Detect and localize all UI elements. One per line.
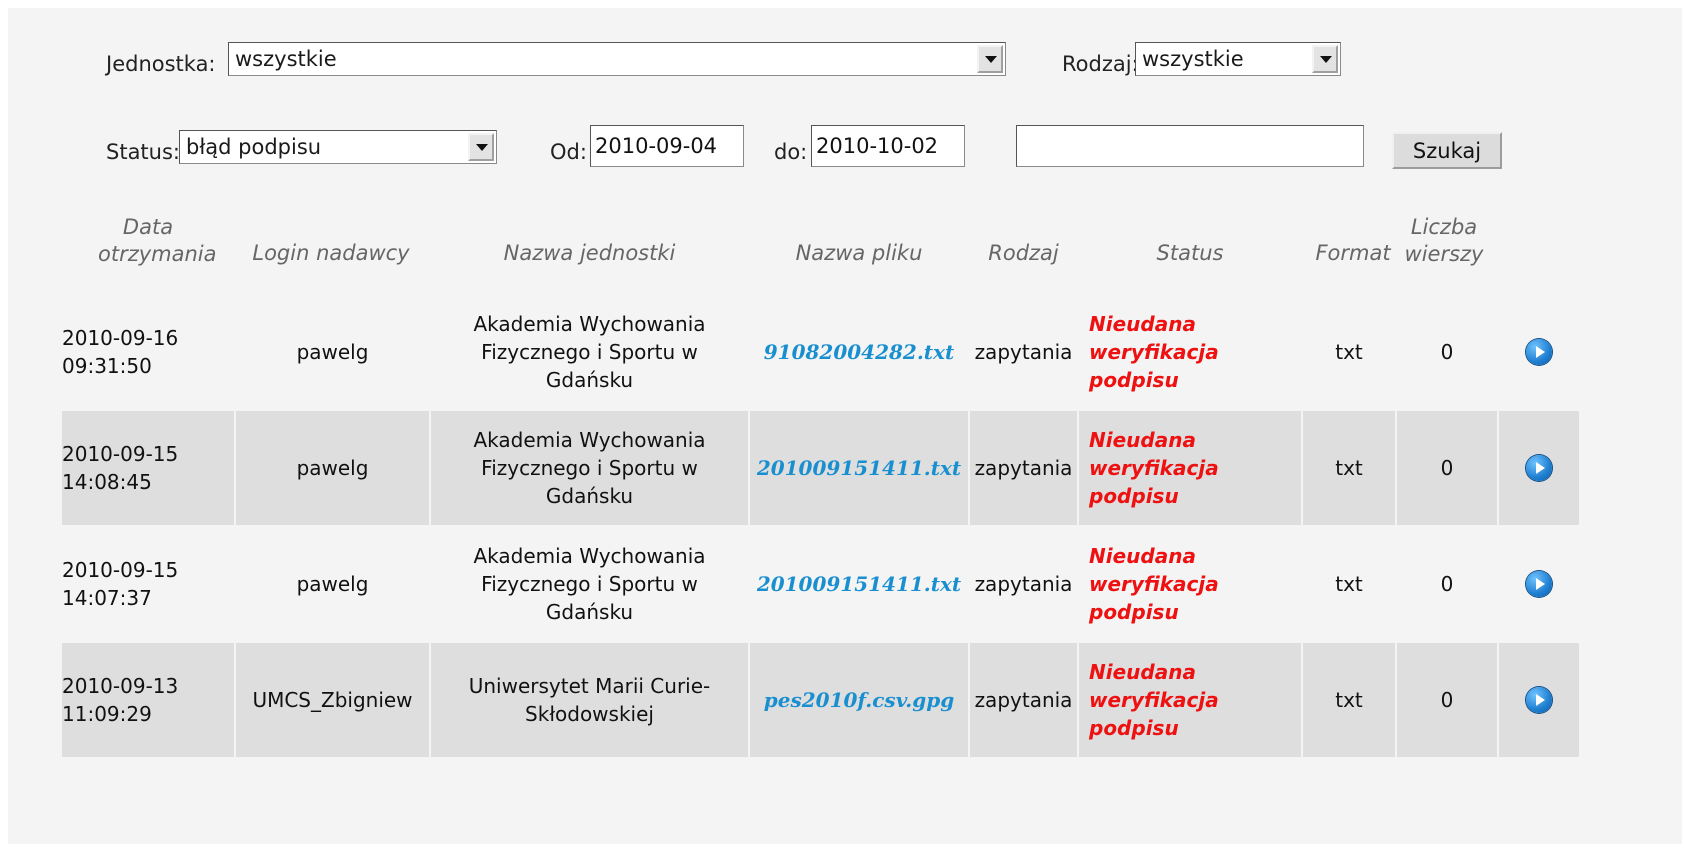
type-cell: zapytania [970, 411, 1077, 525]
file-link[interactable]: 201009151411.txt [757, 570, 961, 598]
unit-filter-label: Jednostka: [106, 52, 216, 76]
action-cell [1499, 295, 1579, 409]
status-cell: Nieudana weryfikacja podpisu [1079, 411, 1301, 525]
login-cell: pawelg [296, 572, 369, 596]
header-unit: Nazwa jednostki [503, 241, 676, 265]
date-cell: 2010-09-15 14:08:45 [62, 411, 234, 525]
header-status: Status [1156, 241, 1224, 265]
status-select[interactable]: błąd podpisu [179, 130, 497, 164]
unit-select-value: wszystkie [235, 47, 337, 71]
search-input[interactable] [1016, 125, 1364, 167]
header-count: Liczba wierszy [1404, 215, 1484, 266]
table-row: 2010-09-15 14:07:37 pawelg Akademia Wycho… [62, 527, 1682, 641]
to-date-input[interactable] [811, 125, 965, 167]
action-cell [1499, 643, 1579, 757]
unit-cell: Uniwersytet Marii Curie-Skłodowskiej [431, 643, 748, 757]
status-cell: Nieudana weryfikacja podpisu [1089, 544, 1219, 624]
chevron-down-icon[interactable] [1312, 45, 1338, 73]
status-cell: Nieudana weryfikacja podpisu [1079, 643, 1301, 757]
play-icon[interactable] [1526, 571, 1552, 597]
count-cell: 0 [1440, 572, 1454, 596]
play-icon[interactable] [1526, 339, 1552, 365]
unit-select[interactable]: wszystkie [228, 42, 1006, 76]
file-link[interactable]: 91082004282.txt [764, 338, 954, 366]
chevron-down-icon[interactable] [468, 133, 494, 161]
header-date: Data otrzymania [98, 215, 217, 266]
file-cell: pes2010f.csv.gpg [750, 643, 968, 757]
file-link[interactable]: 201009151411.txt [757, 454, 961, 482]
action-cell [1499, 527, 1579, 641]
play-icon[interactable] [1526, 687, 1552, 713]
unit-cell: Akademia Wychowania Fizycznego i Sportu … [473, 544, 706, 624]
login-cell: pawelg [296, 340, 369, 364]
count-cell: 0 [1397, 411, 1497, 525]
count-cell: 0 [1397, 643, 1497, 757]
format-cell: txt [1335, 340, 1363, 364]
login-cell: UMCS_Zbigniew [236, 643, 429, 757]
file-cell: 91082004282.txt [750, 295, 968, 409]
play-icon[interactable] [1526, 455, 1552, 481]
table-row: 2010-09-13 11:09:29 UMCS_Zbigniew Uniwers… [62, 643, 1682, 757]
table-row: 2010-09-16 09:31:50 pawelg Akademia Wycho… [62, 295, 1682, 409]
format-cell: txt [1335, 572, 1363, 596]
type-select-value: wszystkie [1142, 47, 1244, 71]
table-row: 2010-09-15 14:08:45 pawelg Akademia Wycho… [62, 411, 1682, 525]
results-panel: Jednostka: wszystkie Rodzaj: wszystkie S… [8, 8, 1682, 844]
status-cell: Nieudana weryfikacja podpisu [1089, 312, 1219, 392]
unit-cell: Akademia Wychowania Fizycznego i Sportu … [473, 312, 706, 392]
login-cell: pawelg [236, 411, 429, 525]
status-select-value: błąd podpisu [186, 135, 322, 159]
date-cell: 2010-09-16 09:31:50 [62, 326, 179, 378]
format-cell: txt [1303, 643, 1395, 757]
header-type: Rodzaj [988, 241, 1059, 265]
type-filter-label: Rodzaj: [1062, 52, 1139, 76]
file-cell: 201009151411.txt [750, 527, 968, 641]
format-cell: txt [1303, 411, 1395, 525]
header-login: Login nadawcy [252, 241, 410, 265]
file-link[interactable]: pes2010f.csv.gpg [764, 686, 954, 714]
from-date-input[interactable] [590, 125, 744, 167]
type-select[interactable]: wszystkie [1135, 42, 1341, 76]
unit-cell: Akademia Wychowania Fizycznego i Sportu … [431, 411, 748, 525]
type-cell: zapytania [974, 340, 1073, 364]
to-date-label: do: [774, 140, 808, 164]
status-filter-label: Status: [106, 140, 180, 164]
type-cell: zapytania [970, 643, 1077, 757]
from-date-label: Od: [550, 140, 587, 164]
date-cell: 2010-09-13 11:09:29 [62, 643, 234, 757]
date-cell: 2010-09-15 14:07:37 [62, 558, 179, 610]
header-file: Nazwa pliku [795, 241, 923, 265]
search-button[interactable]: Szukaj [1392, 132, 1502, 169]
chevron-down-icon[interactable] [977, 45, 1003, 73]
action-cell [1499, 411, 1579, 525]
count-cell: 0 [1440, 340, 1454, 364]
type-cell: zapytania [974, 572, 1073, 596]
header-format: Format [1315, 241, 1391, 265]
file-cell: 201009151411.txt [750, 411, 968, 525]
